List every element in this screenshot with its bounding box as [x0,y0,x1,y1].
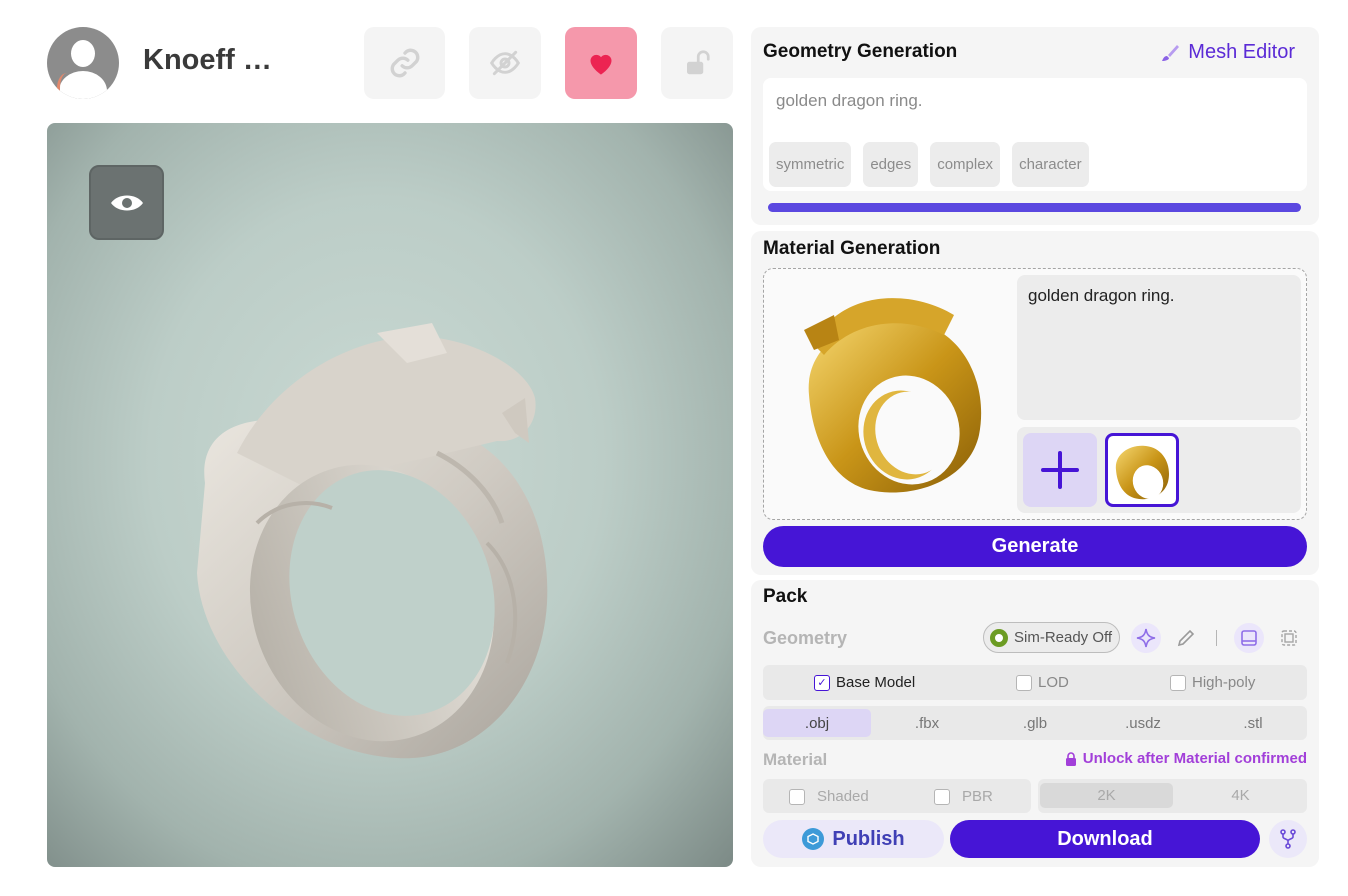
tag-chip[interactable]: symmetric [769,142,852,187]
avatar[interactable] [47,27,119,99]
format-option[interactable]: .usdz [1089,709,1197,737]
resolution-selector: 2K 4K [1038,779,1307,813]
brush-icon [1162,44,1180,61]
heart-icon [590,54,612,75]
checkbox-label: LOD [1038,674,1069,691]
generate-button[interactable]: Generate [763,526,1307,567]
unlock-note: Unlock after Material confirmed [1065,750,1307,767]
layout-toggle-button[interactable] [1234,623,1264,653]
checkbox-label: Base Model [836,674,916,691]
material-prompt-text: golden dragon ring. [1028,286,1175,305]
reference-thumbnail[interactable] [1105,433,1179,507]
publish-cube-icon [802,828,825,850]
format-selector: .obj .fbx .glb .usdz .stl [763,706,1307,740]
copy-link-button[interactable] [364,27,445,99]
tag-chip[interactable]: character [1012,142,1089,187]
material-generation-panel: Material Generation golden dragon ring. [751,231,1319,575]
material-options-row: Shaded PBR [763,779,1031,813]
checkbox-label: High-poly [1192,674,1256,691]
username: Knoeff … [143,44,272,76]
base-model-checkbox[interactable]: ✓ Base Model [814,674,915,691]
checkbox-unchecked [789,788,805,805]
checkbox-label: Shaded [817,788,869,805]
sim-ready-label: Sim-Ready Off [1014,629,1113,646]
progress-fill [768,203,1301,212]
mesh-editor-label: Mesh Editor [1188,41,1295,63]
format-option[interactable]: .obj [763,709,871,737]
checkbox-unchecked [1016,674,1032,691]
checkbox-checked: ✓ [814,674,830,691]
format-option[interactable]: .stl [1199,709,1307,737]
unlock-icon [687,50,710,75]
shaded-checkbox[interactable]: Shaded [789,788,869,805]
material-reference-area[interactable]: golden dragon ring. [763,268,1307,520]
favorite-button[interactable] [565,27,637,99]
fork-button[interactable] [1269,820,1307,858]
fork-icon [1280,829,1296,849]
checkbox-unchecked [1170,674,1186,691]
format-option[interactable]: .glb [981,709,1089,737]
ai-enhance-button[interactable] [1131,623,1161,653]
eye-icon [110,195,143,210]
ring-thumbnail-image [1115,445,1170,500]
tag-chip[interactable]: edges [863,142,919,187]
frame-select-icon [1281,630,1297,646]
lock-button[interactable] [661,27,733,99]
publish-label: Publish [832,827,905,850]
checkbox-label: PBR [962,788,993,805]
model-options-row: ✓ Base Model LOD High-poly [763,665,1307,700]
pbr-checkbox[interactable]: PBR [934,788,993,805]
resolution-option[interactable]: 2K [1040,783,1173,808]
format-option[interactable]: .fbx [873,709,981,737]
sparkle-icon [1136,628,1156,648]
pack-panel: Pack Geometry Sim-Ready Off ✓ Base Model… [751,580,1319,867]
sim-ready-toggle[interactable]: Sim-Ready Off [983,622,1120,653]
tag-list: symmetric edges complex character [769,142,1089,187]
geometry-prompt-text: golden dragon ring. [776,91,923,110]
reference-thumbnails [1017,427,1301,513]
material-prompt-input[interactable]: golden dragon ring. [1017,275,1301,420]
visibility-toggle-button[interactable] [89,165,164,240]
geometry-title: Geometry Generation [763,41,958,62]
publish-button[interactable]: Publish [763,820,944,858]
pack-title: Pack [763,586,808,607]
reference-image [804,298,982,493]
geometry-prompt-input[interactable]: golden dragon ring. symmetric edges comp… [763,78,1307,191]
panel-layout-icon [1241,630,1257,646]
geometry-section-label: Geometry [763,628,848,648]
add-reference-button[interactable] [1023,433,1097,507]
hide-button[interactable] [469,27,541,99]
material-title: Material Generation [763,238,941,259]
toolbar-divider [1216,630,1217,646]
unlock-note-text: Unlock after Material confirmed [1082,750,1307,767]
material-section-label: Material [763,750,828,769]
lod-checkbox[interactable]: LOD [1016,674,1069,691]
high-poly-checkbox[interactable]: High-poly [1170,674,1255,691]
checkbox-unchecked [934,788,950,805]
tag-chip[interactable]: complex [930,142,1001,187]
link-icon [390,48,419,78]
geometry-progress-bar [768,203,1301,212]
resolution-option[interactable]: 4K [1174,783,1307,808]
download-button[interactable]: Download [950,820,1260,858]
eye-slash-icon [489,50,521,76]
edit-button[interactable] [1171,623,1201,653]
frame-toggle-button[interactable] [1274,623,1304,653]
lock-icon [1065,751,1076,766]
pencil-icon [1177,629,1195,647]
model-viewer[interactable] [47,123,733,867]
mesh-editor-button[interactable]: Mesh Editor [1160,41,1295,64]
app-root: Knoeff … Geometry Generation Mesh Editor… [0,0,1348,896]
geometry-generation-panel: Geometry Generation Mesh Editor golden d… [751,27,1319,225]
plus-icon [1041,451,1079,489]
sim-ready-icon [990,628,1008,647]
